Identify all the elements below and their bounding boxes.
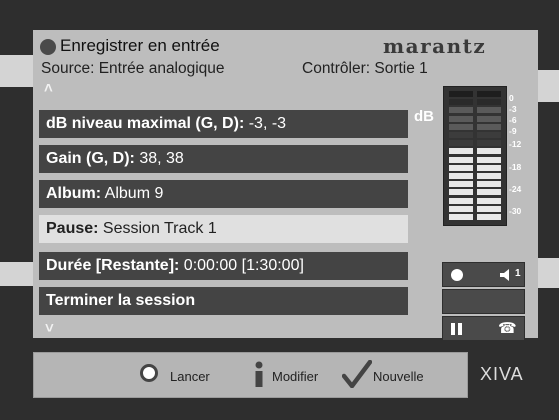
- right-accent-strip: [538, 70, 559, 102]
- menu-item-value: 0:00:00 [1:30:00]: [179, 257, 304, 274]
- meter-tick-label: 0: [509, 93, 514, 103]
- record-icon: [40, 39, 56, 55]
- volume-level: 1: [515, 268, 521, 279]
- scroll-down-icon[interactable]: ˅: [45, 320, 54, 337]
- brand-logo: marantz: [383, 34, 487, 58]
- launch-icon: [140, 364, 158, 382]
- meter-tick-label: -30: [509, 206, 522, 216]
- new-button[interactable]: Nouvelle: [342, 358, 442, 390]
- meter-segment: [477, 132, 501, 138]
- meter-segment: [477, 148, 501, 155]
- meter-segment: [449, 197, 473, 204]
- meter-segment: [449, 156, 473, 163]
- meter-segment: [477, 115, 501, 122]
- menu-item-end-session[interactable]: Terminer la session: [39, 287, 408, 315]
- meter-tick-label: -6: [509, 115, 517, 125]
- meter-segment: [449, 91, 473, 97]
- right-accent-strip-lower: [538, 258, 559, 288]
- meter-tick-label: -12: [509, 139, 522, 149]
- meter-segment: [477, 140, 501, 147]
- launch-button[interactable]: Lancer: [140, 362, 220, 388]
- checkmark-icon: [342, 360, 372, 388]
- menu-item-album[interactable]: Album: Album 9: [39, 180, 408, 208]
- menu-item-label: Durée [Restante]:: [46, 257, 180, 274]
- control-label: Contrôler: Sortie 1: [302, 60, 428, 77]
- meter-segment: [449, 214, 473, 220]
- meter-segment: [477, 173, 501, 179]
- meter-segment: [477, 214, 501, 220]
- menu-item-label: dB niveau maximal (G, D):: [46, 115, 245, 132]
- menu-item-value: Session Track 1: [98, 220, 217, 237]
- meter-segment: [449, 123, 473, 130]
- menu-item-label: Gain (G, D):: [46, 150, 135, 167]
- meter-segment: [449, 164, 473, 171]
- meter-tick-label: -3: [509, 104, 517, 114]
- meter-segment: [477, 91, 501, 97]
- menu-item-value: -3, -3: [244, 115, 287, 132]
- transport-row-1: 1: [442, 262, 525, 287]
- source-label: Source: Entrée analogique: [41, 60, 225, 77]
- meter-segment: [477, 189, 501, 196]
- left-accent-strip-lower: [0, 262, 33, 286]
- speaker-icon[interactable]: [499, 268, 515, 282]
- menu-item-label: Terminer la session: [46, 292, 196, 309]
- menu-item-value: 38, 38: [134, 150, 184, 167]
- info-icon: [255, 361, 263, 387]
- scroll-up-icon[interactable]: ˄: [44, 80, 53, 97]
- meter-tick-label: -24: [509, 184, 522, 194]
- level-meter: [443, 86, 507, 226]
- launch-label: Lancer: [170, 369, 210, 384]
- meter-segment: [449, 173, 473, 179]
- pause-icon[interactable]: [450, 322, 464, 336]
- meter-segment: [477, 99, 501, 106]
- modify-label: Modifier: [272, 369, 319, 384]
- record-button-icon[interactable]: [451, 269, 463, 281]
- meter-segment: [477, 156, 501, 163]
- meter-segment: [477, 123, 501, 130]
- meter-segment: [477, 181, 501, 188]
- meter-segment: [449, 132, 473, 138]
- menu-item-peak-level[interactable]: dB niveau maximal (G, D): -3, -3: [39, 110, 408, 138]
- meter-db-label: dB: [414, 108, 434, 125]
- phone-icon[interactable]: ☎: [498, 319, 517, 337]
- meter-tick-label: -9: [509, 126, 517, 136]
- meter-segment: [477, 164, 501, 171]
- menu-item-label: Album:: [46, 185, 102, 202]
- screen-title: Enregistrer en entrée: [60, 36, 220, 55]
- meter-segment: [477, 205, 501, 212]
- menu-item-pause[interactable]: Pause: Session Track 1: [39, 215, 408, 243]
- left-accent-strip: [0, 55, 33, 87]
- modify-button[interactable]: Modifier: [250, 358, 336, 390]
- transport-row-3: ☎: [442, 316, 525, 341]
- meter-segment: [449, 189, 473, 196]
- menu-item-value: Album 9: [101, 185, 164, 202]
- meter-segment: [477, 197, 501, 204]
- meter-segment: [477, 107, 501, 114]
- menu-item-gain[interactable]: Gain (G, D): 38, 38: [39, 145, 408, 173]
- meter-tick-label: -18: [509, 162, 522, 172]
- meter-segment: [449, 140, 473, 147]
- meter-segment: [449, 181, 473, 188]
- meter-segment: [449, 148, 473, 155]
- menu-item-label: Pause:: [46, 220, 99, 237]
- meter-segment: [449, 99, 473, 106]
- xiva-logo: XIVA: [480, 364, 524, 384]
- meter-segment: [449, 205, 473, 212]
- meter-segment: [449, 107, 473, 114]
- menu-item-duration[interactable]: Durée [Restante]: 0:00:00 [1:30:00]: [39, 252, 408, 280]
- meter-segment: [449, 115, 473, 122]
- new-label: Nouvelle: [373, 369, 424, 384]
- transport-row-2: [442, 289, 525, 314]
